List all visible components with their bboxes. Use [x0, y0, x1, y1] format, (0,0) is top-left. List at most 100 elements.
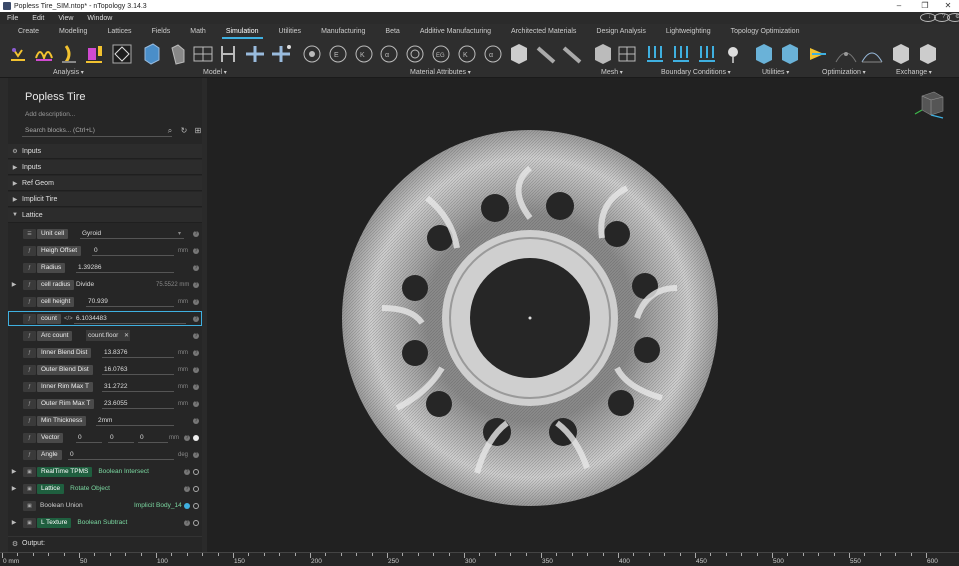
heigh-offset-input[interactable]: 0 [92, 245, 174, 256]
model-mesh-icon[interactable] [193, 46, 213, 62]
remove-icon[interactable]: ✕ [124, 332, 129, 339]
tire-model[interactable] [342, 130, 718, 506]
help-icon[interactable]: ? [193, 264, 199, 271]
help-icon[interactable]: ? [193, 366, 199, 373]
heat-transfer-icon[interactable] [86, 46, 102, 63]
link-icon[interactable] [184, 502, 190, 509]
help-icon[interactable]: ? [193, 315, 199, 322]
section-inputs-header[interactable]: ⚙ Inputs [8, 144, 202, 159]
material-1-icon[interactable] [303, 45, 321, 63]
help-icon[interactable]: ? [184, 519, 190, 526]
chevron-down-icon[interactable]: ▾ [178, 230, 181, 237]
group-analysis[interactable]: Analysis [53, 69, 84, 76]
export-2-icon[interactable] [920, 44, 936, 64]
help-icon[interactable]: ? [193, 298, 199, 305]
tab-lattices[interactable]: Lattices [97, 24, 141, 40]
material-3-icon[interactable]: K [355, 45, 373, 63]
utilities-1-icon[interactable] [756, 44, 772, 64]
tire-model-view[interactable] [207, 78, 959, 552]
utilities-2-icon[interactable] [782, 44, 798, 64]
visibility-icon[interactable] [193, 502, 199, 509]
search-blocks-input[interactable]: Search blocks... (Ctrl+L) [22, 125, 172, 137]
mesh-solid-icon[interactable] [595, 44, 611, 64]
optimization-3-icon[interactable] [861, 52, 883, 63]
group-model[interactable]: Model [203, 69, 227, 76]
material-5-icon[interactable] [406, 45, 424, 63]
boundary-load-icon[interactable] [673, 46, 689, 62]
visibility-icon[interactable] [193, 485, 199, 492]
material-6-icon[interactable]: EG [432, 45, 450, 63]
help-icon[interactable]: ? [184, 485, 190, 492]
help-icon[interactable]: ? [184, 468, 190, 475]
angle-input[interactable]: 0 [68, 449, 174, 460]
tab-architected-materials[interactable]: Architected Materials [501, 24, 586, 40]
material-7-icon[interactable]: K [458, 45, 476, 63]
cell-radius-block[interactable]: Divide [74, 279, 110, 290]
model-surface-icon[interactable] [171, 44, 185, 65]
outer-blend-dist-input[interactable]: 16.0763 [102, 364, 174, 375]
tab-fields[interactable]: Fields [142, 24, 181, 40]
material-8-icon[interactable]: α [484, 45, 502, 63]
radius-input[interactable]: 1.39286 [76, 262, 174, 273]
menu-window[interactable]: Window [80, 15, 119, 22]
visibility-icon[interactable] [193, 434, 199, 441]
notebook-title[interactable]: Popless Tire [25, 91, 86, 103]
row-lattice-block[interactable]: ▶ ▣ Lattice Rotate Object ? [8, 481, 202, 496]
model-solid-icon[interactable] [144, 43, 160, 65]
chevron-right-icon[interactable]: ▶ [8, 281, 20, 288]
tab-additive-manufacturing[interactable]: Additive Manufacturing [410, 24, 501, 40]
help-icon[interactable]: ? [193, 451, 199, 458]
unit-cell-dropdown[interactable]: Gyroid [80, 228, 184, 239]
help-icon[interactable]: ? [193, 383, 199, 390]
tab-modeling[interactable]: Modeling [49, 24, 97, 40]
section-ref-geom[interactable]: ▶ Ref Geom [8, 176, 202, 191]
buckling-icon[interactable] [62, 45, 76, 63]
visibility-icon[interactable] [193, 468, 199, 475]
group-utilities[interactable]: Utilities [762, 69, 789, 76]
3d-viewport[interactable] [207, 78, 959, 552]
mesh-wire-icon[interactable] [618, 46, 636, 62]
material-2-icon[interactable]: E [329, 45, 347, 63]
row-l-texture[interactable]: ▶ ▣ L Texture Boolean Subtract ? [8, 515, 202, 530]
chevron-right-icon[interactable]: ▶ [8, 485, 20, 492]
help-icon[interactable]: ? [193, 417, 199, 424]
tab-topology-optimization[interactable]: Topology Optimization [721, 24, 810, 40]
view-cube-icon[interactable] [914, 91, 944, 119]
chevron-right-icon[interactable]: ▶ [8, 468, 20, 475]
menu-file[interactable]: File [0, 15, 25, 22]
settings-icon[interactable]: ⚙ [947, 13, 959, 22]
new-block-icon[interactable]: ⊞ [193, 126, 203, 136]
close-icon[interactable]: ✕ [937, 0, 959, 12]
tab-lightweighting[interactable]: Lightweighting [656, 24, 721, 40]
vector-x-input[interactable]: 0 [76, 432, 102, 443]
group-mesh[interactable]: Mesh [601, 69, 623, 76]
model-beam-icon[interactable] [221, 46, 235, 62]
material-block-icon[interactable] [511, 44, 527, 64]
tab-design-analysis[interactable]: Design Analysis [586, 24, 655, 40]
group-material-attributes[interactable]: Material Attributes [410, 69, 471, 76]
tab-math[interactable]: Math [180, 24, 216, 40]
refresh-icon[interactable]: ↻ [179, 126, 189, 136]
material-rod-icon[interactable] [536, 46, 556, 64]
tab-simulation[interactable]: Simulation [216, 24, 269, 40]
help-icon[interactable]: ? [193, 400, 199, 407]
modal-analysis-icon[interactable] [35, 51, 53, 62]
group-boundary-conditions[interactable]: Boundary Conditions [661, 69, 731, 76]
vector-z-input[interactable]: 0 [138, 432, 168, 443]
cell-height-input[interactable]: 70.939 [86, 296, 174, 307]
inner-rim-max-t-input[interactable]: 31.2722 [102, 381, 174, 392]
tab-manufacturing[interactable]: Manufacturing [311, 24, 375, 40]
boundary-fixed-icon[interactable] [647, 46, 663, 62]
tab-utilities[interactable]: Utilities [269, 24, 312, 40]
help-icon[interactable]: ? [193, 332, 199, 339]
static-analysis-icon[interactable] [10, 46, 26, 62]
outer-rim-max-t-input[interactable]: 23.6055 [102, 398, 174, 409]
help-icon[interactable]: ? [193, 247, 199, 254]
material-4-icon[interactable]: α [380, 45, 398, 63]
menu-edit[interactable]: Edit [25, 15, 51, 22]
row-realtime-tpms[interactable]: ▶ ▣ RealTime TPMS Boolean Intersect ? [8, 464, 202, 479]
help-icon[interactable]: ? [193, 230, 199, 237]
section-lattice[interactable]: ▼ Lattice [8, 208, 202, 223]
vector-y-input[interactable]: 0 [108, 432, 134, 443]
section-implicit-tire[interactable]: ▶ Implicit Tire [8, 192, 202, 207]
